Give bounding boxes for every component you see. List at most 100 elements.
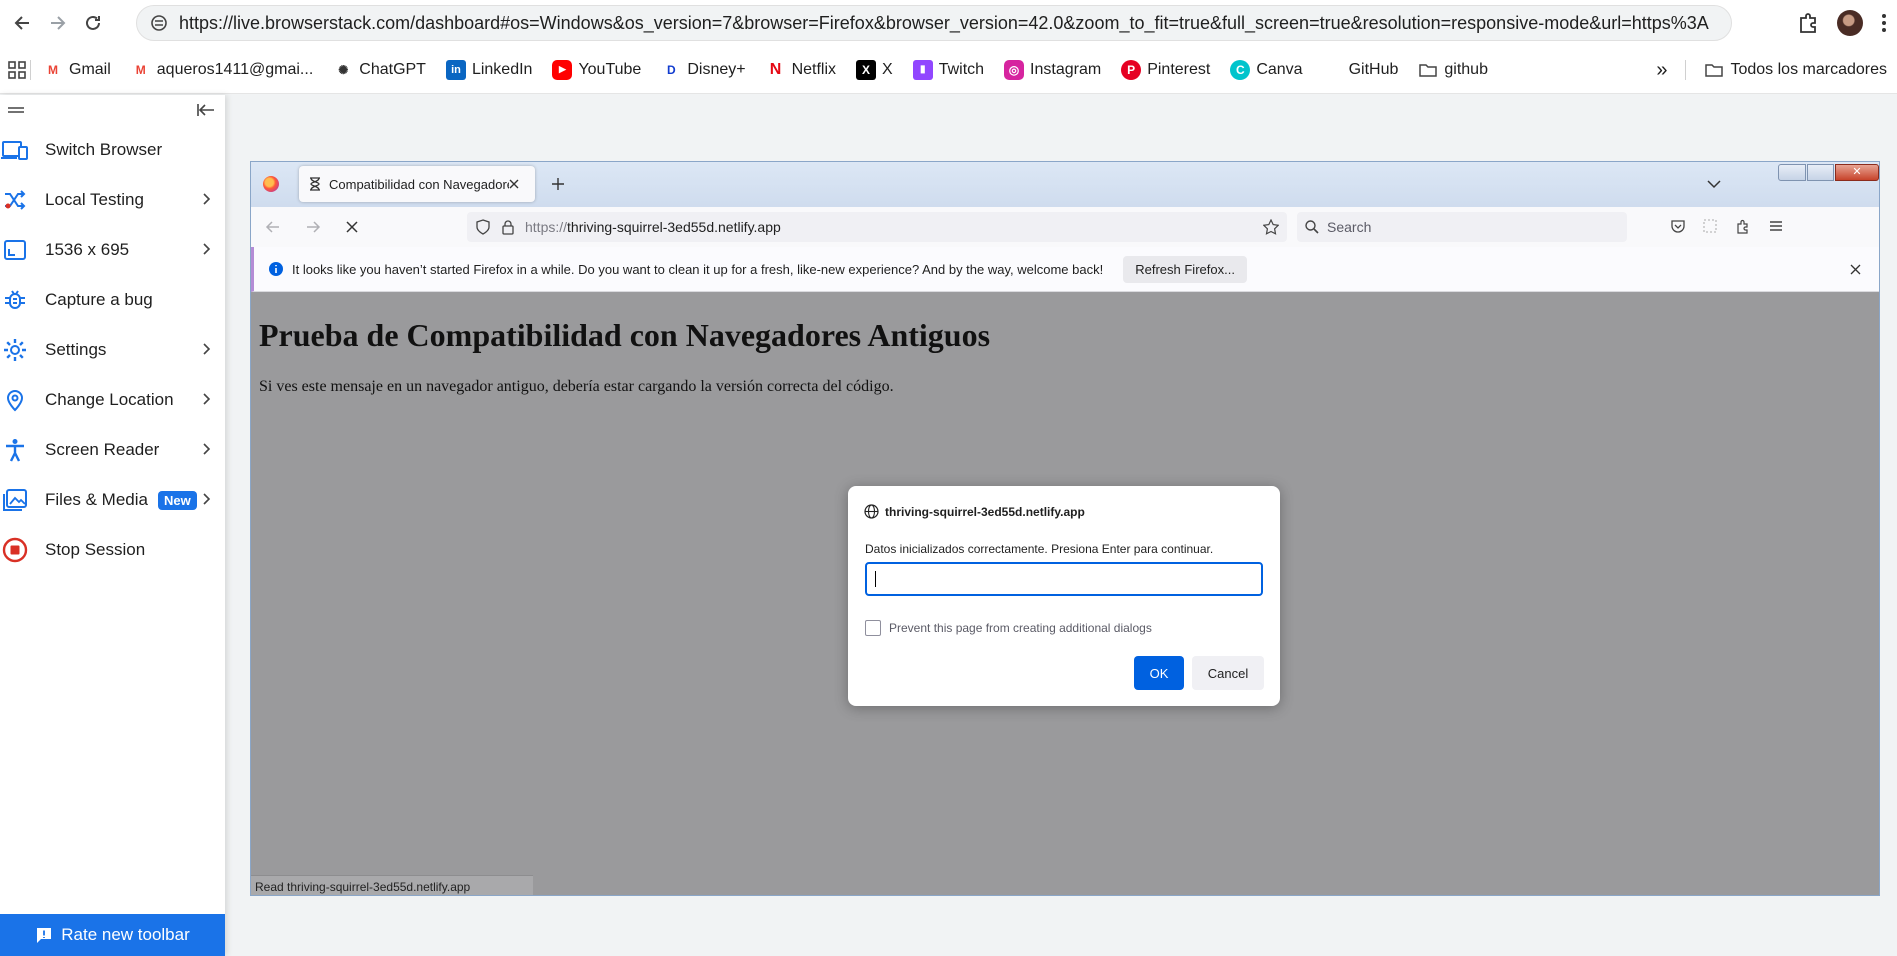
sidebar-item-change-location[interactable]: Change Location [0, 375, 225, 425]
arrow-right-icon [51, 16, 66, 30]
canva-icon: C [1230, 59, 1251, 80]
sidebar-item-stop-session[interactable]: Stop Session [0, 525, 225, 575]
kebab-menu-icon[interactable] [1881, 13, 1887, 33]
bookmark-github[interactable]: GitHub [1323, 60, 1399, 80]
chevron-right-icon [203, 193, 211, 205]
bookmark-gmail-account[interactable]: Maqueros1411@gmai... [131, 60, 313, 80]
ff-forward-icon[interactable] [305, 219, 321, 235]
firefox-url-bar[interactable]: https://thriving-squirrel-3ed55d.netlify… [467, 212, 1287, 242]
bookmark-netflix[interactable]: N Netflix [766, 60, 836, 80]
folder-icon [1419, 63, 1438, 77]
sidebar-item-resolution[interactable]: 1536 x 695 [0, 225, 225, 275]
page-heading: Prueba de Compatibilidad con Navegadores… [259, 317, 991, 353]
tracking-shield-icon[interactable] [475, 219, 491, 235]
new-badge: New [157, 490, 197, 510]
chevron-right-icon [203, 243, 211, 255]
bookmark-twitch[interactable]: ▮ Twitch [912, 59, 984, 80]
tab-list-chevron-icon[interactable] [1707, 179, 1721, 189]
gmail-icon: M [135, 62, 146, 77]
checkbox-box[interactable] [865, 620, 881, 636]
globe-icon [864, 504, 879, 519]
bookmark-folder-github[interactable]: github [1418, 60, 1488, 80]
bookmark-instagram[interactable]: ◎ Instagram [1004, 59, 1101, 80]
prompt-dialog: thriving-squirrel-3ed55d.netlify.app Dat… [848, 486, 1280, 706]
accessibility-icon [0, 435, 30, 465]
search-icon [1305, 220, 1319, 234]
forward-button[interactable] [42, 8, 72, 38]
firefox-search-bar[interactable]: Search [1297, 212, 1627, 242]
sidebar-item-switch-browser[interactable]: Switch Browser [0, 125, 225, 175]
bookmarks-right: » Todos los marcadores [1656, 46, 1887, 94]
dialog-title: thriving-squirrel-3ed55d.netlify.app [864, 504, 1085, 519]
sidebar-item-settings[interactable]: Settings [0, 325, 225, 375]
firefox-active-tab[interactable]: Compatibilidad con Navegadores [299, 166, 535, 202]
page-paragraph: Si ves este mensaje en un navegador anti… [259, 378, 894, 395]
drag-handle-icon[interactable] [8, 105, 24, 115]
lock-icon[interactable] [501, 219, 515, 235]
sidebar-item-screen-reader[interactable]: Screen Reader [0, 425, 225, 475]
avatar[interactable] [1837, 10, 1863, 36]
ff-stop-loading-icon[interactable] [345, 220, 359, 234]
pinterest-icon: P [1121, 59, 1142, 80]
reload-button[interactable] [78, 8, 108, 38]
restore-button[interactable] [1807, 164, 1834, 181]
chevron-right-icon [203, 493, 211, 505]
image-icon [0, 485, 30, 515]
sidebar-item-capture-bug[interactable]: Capture a bug [0, 275, 225, 325]
cancel-button[interactable]: Cancel [1192, 656, 1264, 690]
bookmark-disney[interactable]: D Disney+ [661, 60, 746, 80]
instagram-icon: ◎ [1004, 59, 1025, 80]
bookmark-x[interactable]: XX [856, 59, 893, 80]
minimize-button[interactable] [1778, 164, 1806, 181]
bookmark-linkedin[interactable]: in LinkedIn [445, 59, 532, 80]
ff-toolbar-icons [1671, 219, 1783, 235]
bookmark-canva[interactable]: C Canva [1230, 59, 1303, 80]
close-notification-icon[interactable] [1850, 264, 1861, 275]
stop-icon [0, 535, 30, 565]
bookmark-chatgpt[interactable]: ✺ ChatGPT [333, 60, 426, 80]
new-tab-icon[interactable] [551, 177, 565, 191]
window-controls: ✕ [1778, 164, 1879, 181]
site-info-icon[interactable] [149, 13, 169, 33]
firefox-nav-bar: https://thriving-squirrel-3ed55d.netlify… [251, 207, 1879, 247]
info-icon [269, 262, 283, 276]
apps-grid-icon[interactable] [8, 60, 26, 79]
dialog-message: Datos inicializados correctamente. Presi… [865, 542, 1214, 556]
all-bookmarks-button[interactable]: Todos los marcadores [1704, 60, 1887, 80]
ff-back-icon[interactable] [265, 219, 281, 235]
close-tab-icon[interactable] [509, 179, 519, 189]
extensions-puzzle-icon[interactable] [1735, 219, 1751, 235]
rate-toolbar-button[interactable]: Rate new toolbar [0, 914, 225, 956]
gmail-icon: M [48, 62, 58, 77]
resolution-icon [0, 235, 30, 265]
ff-url-text: https://thriving-squirrel-3ed55d.netlify… [525, 219, 781, 235]
collapse-sidebar-icon[interactable] [197, 103, 215, 117]
ok-button[interactable]: OK [1134, 656, 1184, 690]
screenshot-icon[interactable] [1703, 219, 1717, 233]
sidebar-item-files-media[interactable]: Files & Media New [0, 475, 225, 525]
address-bar[interactable]: https://live.browserstack.com/dashboard#… [136, 5, 1732, 41]
bookmark-pinterest[interactable]: P Pinterest [1121, 59, 1210, 80]
firefox-logo-icon[interactable] [263, 176, 279, 192]
back-button[interactable] [8, 8, 38, 38]
bookmark-star-icon[interactable] [1263, 219, 1279, 235]
x-icon: X [856, 59, 877, 80]
twitch-icon: ▮ [912, 59, 933, 80]
bookmark-youtube[interactable]: ▶ YouTube [552, 59, 641, 80]
browser-actions [1797, 6, 1897, 40]
pocket-icon[interactable] [1671, 219, 1685, 233]
hamburger-menu-icon[interactable] [1769, 219, 1783, 233]
prevent-dialogs-checkbox[interactable]: Prevent this page from creating addition… [865, 620, 1152, 636]
arrow-left-icon [14, 16, 29, 30]
sidebar-item-local-testing[interactable]: Local Testing [0, 175, 225, 225]
devices-icon [0, 135, 30, 165]
extensions-icon[interactable] [1797, 12, 1819, 34]
reload-icon [86, 15, 100, 30]
refresh-firefox-button[interactable]: Refresh Firefox... [1123, 255, 1247, 283]
bookmark-gmail[interactable]: M Gmail [43, 60, 111, 80]
gear-icon [0, 335, 30, 365]
youtube-icon: ▶ [552, 59, 573, 80]
prompt-input[interactable] [865, 562, 1263, 596]
more-bookmarks-button[interactable]: » [1656, 59, 1667, 82]
window-close-button[interactable]: ✕ [1835, 164, 1879, 181]
